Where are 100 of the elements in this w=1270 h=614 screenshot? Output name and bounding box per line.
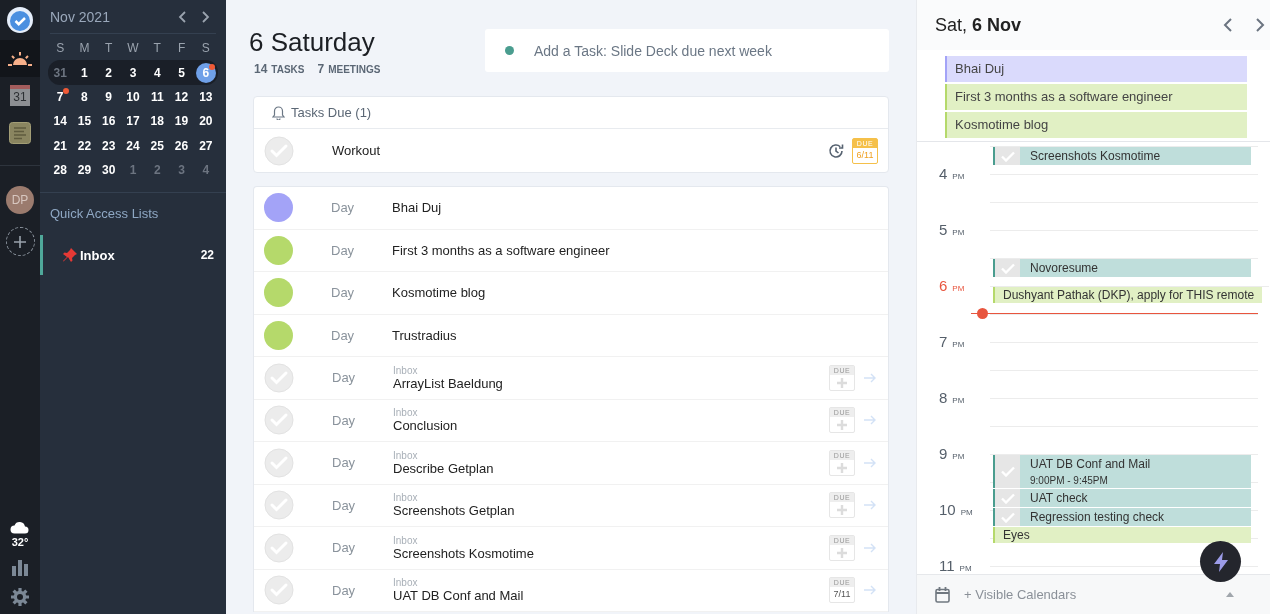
calendar-day[interactable]: 22	[74, 135, 95, 156]
arrow-right-icon[interactable]	[864, 372, 876, 383]
calendar-icon[interactable]	[935, 586, 950, 603]
calendar-day[interactable]: 1	[74, 62, 95, 83]
arrow-right-icon[interactable]	[864, 500, 876, 511]
calendar-day[interactable]: 9	[98, 86, 119, 107]
calendar-event[interactable]: Dushyant Pathak (DKP), apply for THIS remote	[993, 287, 1263, 303]
calendar-day[interactable]: 3	[123, 62, 143, 83]
calendar-day[interactable]: 20	[195, 111, 216, 132]
calendar-day[interactable]: 27	[195, 135, 216, 156]
task-title: Screenshots Kosmotime	[1030, 149, 1161, 163]
lightning-icon	[1213, 551, 1228, 572]
calendar-day[interactable]: 7	[50, 86, 71, 107]
all-day-event[interactable]: First 3 months as a software engineer	[945, 84, 1247, 110]
checkbox[interactable]	[264, 135, 294, 166]
add-task-field[interactable]: Add a Task: Slide Deck due next week	[532, 41, 889, 60]
arrow-right-icon[interactable]	[864, 415, 876, 426]
calendar-day[interactable]: 25	[147, 135, 168, 156]
weekday-label: S	[55, 41, 66, 56]
calendar-day[interactable]: 28	[50, 160, 71, 181]
type-label: Day	[332, 540, 357, 556]
calendar-day[interactable]: 15	[74, 111, 95, 132]
type-label: Day	[332, 582, 357, 598]
calendar-day[interactable]: 4	[147, 62, 168, 83]
calendar-button[interactable]: 31	[10, 85, 30, 106]
type-label: Day	[332, 412, 357, 428]
list-name: Inbox	[80, 247, 116, 263]
caret-up-icon[interactable]	[1226, 592, 1234, 597]
chevron-right-icon[interactable]	[1256, 18, 1265, 32]
bar-chart-icon[interactable]	[12, 560, 28, 576]
sunrise-icon[interactable]	[7, 50, 33, 67]
all-day-event[interactable]: Bhai Duj	[945, 56, 1247, 82]
calendar-day[interactable]: 13	[195, 86, 216, 107]
all-day-event[interactable]: Kosmotime blog	[945, 112, 1247, 138]
calendar-day[interactable]: 18	[147, 111, 168, 132]
calendar-day[interactable]: 8	[74, 86, 95, 107]
checkbox[interactable]	[264, 532, 294, 563]
type-label: Day	[332, 370, 357, 386]
calendar-day[interactable]: 31	[50, 62, 71, 83]
notes-icon[interactable]	[9, 121, 31, 144]
calendar-day[interactable]: 26	[171, 135, 192, 156]
event-title: Bhai Duj	[392, 200, 443, 216]
calendar-day[interactable]: 14	[50, 111, 71, 132]
checkmark-icon[interactable]	[1000, 492, 1015, 504]
checkmark-icon[interactable]	[1000, 466, 1015, 477]
checkbox[interactable]	[264, 447, 294, 478]
type-label: Day	[331, 327, 356, 343]
due-date: 7/11	[833, 588, 851, 602]
app-logo-icon[interactable]	[7, 7, 33, 33]
list-count: 22	[200, 248, 214, 263]
calendar-task[interactable]: Novoresume	[993, 259, 1251, 277]
calendar-day[interactable]: 16	[98, 111, 119, 132]
task-title: Screenshots Kosmotime	[393, 545, 535, 561]
add-task-bar[interactable]: Add a Task: Slide Deck due next week	[485, 29, 889, 72]
checkmark-icon[interactable]	[1000, 511, 1015, 523]
calendar-day[interactable]: 12	[171, 86, 192, 107]
arrow-right-icon[interactable]	[864, 585, 876, 596]
calendar-day[interactable]: 17	[123, 111, 143, 132]
checkbox[interactable]	[264, 490, 294, 521]
weekday-label: M	[78, 41, 91, 56]
calendar-day[interactable]: 10	[123, 86, 143, 107]
hour-label: 5 PM	[938, 221, 966, 239]
calendar-day[interactable]: 2	[98, 62, 119, 83]
checkbox[interactable]	[264, 405, 294, 436]
arrow-right-icon[interactable]	[864, 542, 876, 553]
checkbox[interactable]	[264, 575, 294, 606]
calendar-day[interactable]: 11	[147, 86, 168, 107]
type-label: Day	[332, 497, 357, 513]
section-title: Tasks Due (1)	[291, 105, 372, 120]
bell-icon	[272, 105, 285, 120]
weekday-label: T	[104, 41, 114, 56]
calendar-day[interactable]: 29	[74, 160, 95, 181]
calendar-day[interactable]: 19	[171, 111, 192, 132]
checkmark-icon[interactable]	[1000, 262, 1015, 274]
cloud-icon	[10, 521, 30, 534]
type-label: Day	[331, 285, 356, 301]
calendar-task[interactable]: Regression testing check	[993, 508, 1251, 526]
calendar-day[interactable]: 5	[171, 62, 192, 83]
calendar-day[interactable]: 24	[123, 135, 143, 156]
repeat-clock-icon	[828, 142, 844, 159]
calendar-day[interactable]: 21	[50, 135, 71, 156]
calendar-event[interactable]: Eyes	[993, 527, 1251, 543]
weekday-label: T	[152, 41, 162, 56]
checkbox[interactable]	[264, 362, 294, 393]
task-title: ArrayList Baeldung	[393, 375, 504, 391]
calendar-task[interactable]: UAT DB Conf and Mail 9:00PM - 9:45PM	[993, 455, 1251, 488]
task-title: Screenshots Getplan	[393, 503, 516, 519]
calendar-task[interactable]: Screenshots Kosmotime	[993, 147, 1251, 165]
arrow-right-icon[interactable]	[864, 457, 876, 468]
chevron-right-icon[interactable]	[202, 10, 210, 23]
task-title: Conclusion	[393, 418, 459, 434]
calendar-task[interactable]: UAT check	[993, 489, 1251, 507]
calendar-day[interactable]: 30	[98, 160, 119, 181]
chevron-left-icon[interactable]	[178, 10, 186, 23]
task-title: Regression testing check	[1030, 510, 1165, 524]
chevron-left-icon[interactable]	[1223, 18, 1232, 32]
settings-icon[interactable]	[11, 588, 29, 606]
checkmark-icon[interactable]	[1000, 150, 1015, 162]
task-title: Novoresume	[1030, 261, 1099, 275]
calendar-day[interactable]: 23	[98, 135, 119, 156]
